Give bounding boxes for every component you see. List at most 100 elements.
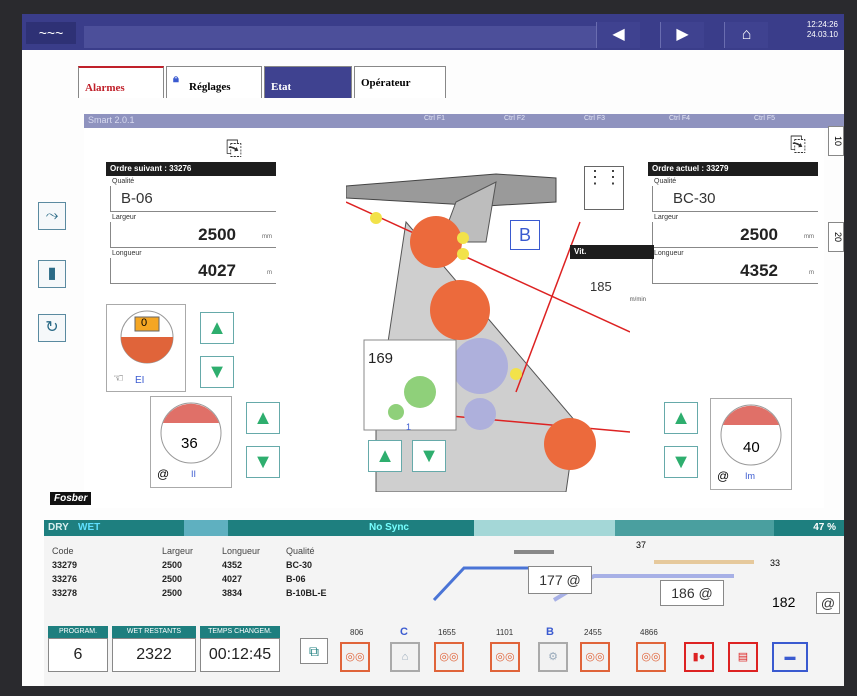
- ei-gauge[interactable]: 0 ☜ EI: [106, 304, 186, 392]
- next-length-value: 4027: [198, 261, 236, 280]
- clock-date: 24.03.10: [806, 30, 838, 39]
- col-longueur: Longueur: [222, 546, 261, 556]
- spiral-icon: @: [566, 572, 581, 588]
- ctrl-f3[interactable]: Ctrl F3: [584, 115, 605, 122]
- row0-code[interactable]: 33279: [52, 560, 77, 570]
- ctrl-f4[interactable]: Ctrl F4: [669, 115, 690, 122]
- ii-gauge[interactable]: 36 @ II: [150, 396, 232, 488]
- toggle-indicator[interactable]: [184, 520, 228, 536]
- orders-table: Code Largeur Longueur Qualité 33279 2500…: [52, 546, 422, 612]
- row2-width: 2500: [162, 588, 183, 598]
- tab-operateur[interactable]: Opérateur: [354, 66, 446, 98]
- module-2455[interactable]: ◎◎: [580, 642, 610, 672]
- ei-down-button[interactable]: ▼: [200, 356, 234, 388]
- im-gauge[interactable]: 40 @ Im: [710, 398, 792, 490]
- spiral-button[interactable]: @: [816, 592, 840, 614]
- ii-up-button[interactable]: ▲: [246, 402, 280, 434]
- module-1101[interactable]: ◎◎: [490, 642, 520, 672]
- document-edit-icon-right[interactable]: ⎘: [790, 134, 810, 156]
- time-value: 00:12:45: [200, 638, 280, 672]
- counter-177[interactable]: 177 @: [528, 566, 592, 594]
- module-num-4866: 4866: [640, 628, 658, 637]
- wet-label: WET: [78, 522, 101, 533]
- status-bar: DRY WET No Sync 47 %: [44, 520, 844, 536]
- module-1655[interactable]: ◎◎: [434, 642, 464, 672]
- next-quality-field[interactable]: B-06: [110, 186, 276, 212]
- cycle-icon[interactable]: ↻: [38, 314, 66, 342]
- sub-bar: Smart 2.0.1 Ctrl F1 Ctrl F2 Ctrl F3 Ctrl…: [84, 114, 844, 128]
- row2-length: 3834: [222, 588, 243, 598]
- stacker-icon[interactable]: ▤: [728, 642, 758, 672]
- program-value[interactable]: 6: [48, 638, 108, 672]
- right-edge-tab-10[interactable]: 10: [828, 126, 844, 156]
- next-length-field[interactable]: 4027 m: [110, 258, 276, 284]
- ctrl-f5[interactable]: Ctrl F5: [754, 115, 775, 122]
- right-edge-tab-20[interactable]: 20: [828, 222, 844, 252]
- speed-value: 185: [590, 279, 612, 294]
- current-length-label: Longueur: [654, 250, 684, 257]
- tab-etat[interactable]: Etat: [264, 66, 352, 98]
- next-quality-label: Qualité: [112, 178, 135, 185]
- row1-length: 4027: [222, 574, 243, 584]
- ctrl-f2[interactable]: Ctrl F2: [504, 115, 525, 122]
- next-width-unit: mm: [262, 234, 272, 240]
- bar-chart-icon[interactable]: ▮: [38, 260, 66, 288]
- wet-label-bottom: WET RESTANTS: [112, 626, 196, 638]
- ii-down-button[interactable]: ▼: [246, 446, 280, 478]
- splice-sub: 1: [406, 422, 412, 432]
- ei-up-button[interactable]: ▲: [200, 312, 234, 344]
- row0-length: 4352: [222, 560, 243, 570]
- current-length-value: 4352: [740, 261, 778, 280]
- lock-icon: 🔒︎: [173, 73, 179, 85]
- splice-up-button[interactable]: ▲: [368, 440, 402, 472]
- counter-186[interactable]: 186 @: [660, 580, 724, 606]
- output-icon[interactable]: ▬: [772, 642, 808, 672]
- row0-quality: BC-30: [286, 560, 313, 570]
- back-arrow-button[interactable]: ◀: [596, 22, 640, 48]
- module-c[interactable]: ⌂: [390, 642, 420, 672]
- module-num-1101: 1101: [496, 628, 514, 637]
- next-order-header: Ordre suivant : 33276: [106, 162, 276, 176]
- col-largeur: Largeur: [162, 546, 194, 556]
- next-width-field[interactable]: 2500 mm: [110, 222, 276, 248]
- sequence-icon[interactable]: ⧉: [300, 638, 328, 664]
- spray-icon[interactable]: ⋮⋮: [584, 166, 624, 210]
- current-quality-label: Qualité: [654, 178, 677, 185]
- clock: 12:24:26 24.03.10: [798, 20, 838, 46]
- current-width-field[interactable]: 2500 mm: [652, 222, 818, 248]
- tab-reglages[interactable]: 🔒︎ Réglages: [166, 66, 262, 98]
- top-bar: ~~~ ◀ ▶ ⌂ 12:24:26 24.03.10: [22, 14, 844, 50]
- curve-chart-icon[interactable]: ⤳: [38, 202, 66, 230]
- row1-quality: B-06: [286, 574, 306, 584]
- hmi-screen: ~~~ ◀ ▶ ⌂ 12:24:26 24.03.10 Alarmes 🔒︎ R…: [22, 14, 844, 686]
- module-b[interactable]: ⚙: [538, 642, 568, 672]
- im-up-button[interactable]: ▲: [664, 402, 698, 434]
- ctrl-f1[interactable]: Ctrl F1: [424, 115, 445, 122]
- tab-alarmes[interactable]: Alarmes: [78, 66, 164, 98]
- im-down-button[interactable]: ▼: [664, 446, 698, 478]
- module-4866[interactable]: ◎◎: [636, 642, 666, 672]
- logo: ~~~: [26, 22, 76, 44]
- document-edit-icon[interactable]: ⎘: [226, 138, 246, 160]
- counter-186-value: 186: [671, 585, 695, 601]
- ei-gauge-dial: [120, 310, 174, 364]
- next-width-label: Largeur: [112, 214, 137, 221]
- row2-code[interactable]: 33278: [52, 588, 77, 598]
- spiral-icon: @: [157, 467, 170, 481]
- current-quality-field[interactable]: BC-30: [652, 186, 818, 212]
- speed-panel: Vit. 185 m/min: [570, 245, 654, 315]
- module-num-2455: 2455: [584, 628, 602, 637]
- brand-logo: Fosber: [50, 492, 92, 505]
- home-icon[interactable]: ⌂: [724, 22, 768, 48]
- spiral-icon: @: [698, 585, 713, 601]
- forward-arrow-button[interactable]: ▶: [660, 22, 704, 48]
- cutter-icon[interactable]: ▮●: [684, 642, 714, 672]
- counter-37: 37: [636, 540, 647, 550]
- module-806[interactable]: ◎◎: [340, 642, 370, 672]
- splice-down-button[interactable]: ▼: [412, 440, 446, 472]
- row1-code[interactable]: 33276: [52, 574, 77, 584]
- module-num-806: 806: [350, 628, 364, 637]
- current-length-field[interactable]: 4352 m: [652, 258, 818, 284]
- time-label: TEMPS CHANGEM.: [200, 626, 280, 638]
- progress-track: [474, 520, 774, 536]
